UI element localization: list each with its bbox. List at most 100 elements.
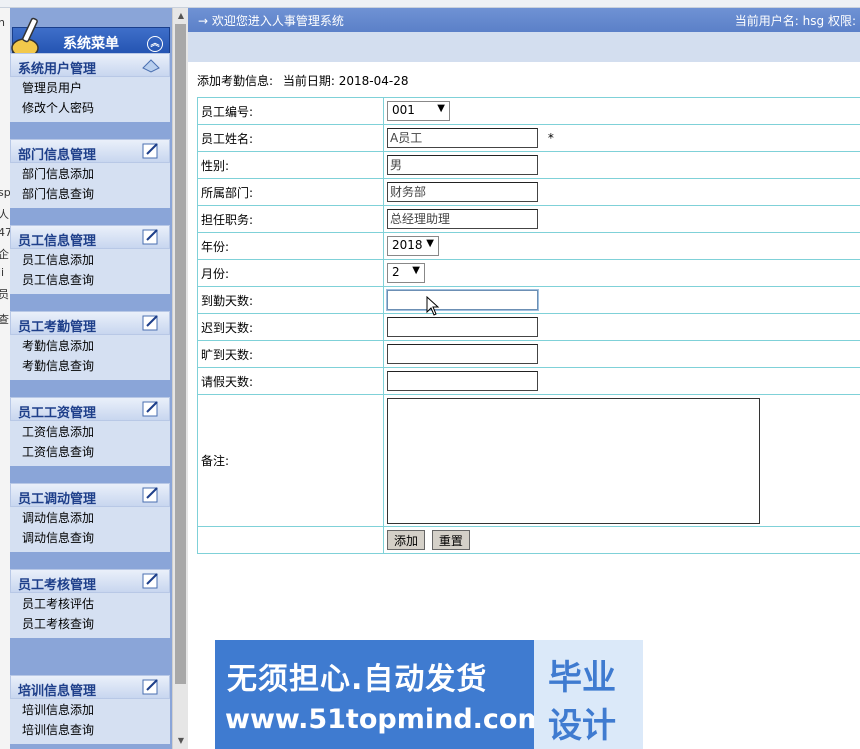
menu-item-employee-add[interactable]: 员工信息添加 [22,250,170,270]
field-cell [383,394,860,527]
label-emp-name: 员工姓名: [197,124,384,152]
dropdown-arrow-icon: ▼ [437,103,445,114]
field-cell: 001 ▼ [383,97,860,125]
menu-title-text: 系统菜单 [63,36,119,52]
scroll-thumb[interactable] [175,24,186,684]
group-header[interactable]: 员工考勤管理 [10,311,170,335]
emp-id-value: 001 [392,103,415,117]
background-window-edge: h sp 人 47 企 ji 员 查 [0,8,10,749]
menu-item-training-add[interactable]: 培训信息添加 [22,700,170,720]
attend-days-input[interactable] [387,290,538,310]
edit-form-icon [142,229,158,245]
group-header[interactable]: 员工工资管理 [10,397,170,421]
form-row: 旷到天数: [197,340,860,368]
menu-item-admin-users[interactable]: 管理员用户 [22,78,170,98]
banner-right-line1: 毕业 [548,658,616,698]
menu-item-change-password[interactable]: 修改个人密码 [22,98,170,118]
menu-group-dept: 部门信息管理 部门信息添加 部门信息查询 [10,139,170,208]
form-row: 员工姓名: A员工 * [197,124,860,152]
group-header[interactable]: 部门信息管理 [10,139,170,163]
field-cell [383,313,860,341]
group-header[interactable]: 培训信息管理 [10,675,170,699]
form-row: 到勤天数: [197,286,860,314]
form-row: 员工编号: 001 ▼ [197,97,860,125]
button-cell: 添加 重置 [383,526,860,554]
group-header[interactable]: 系统用户管理 [10,53,170,77]
menu-item-transfer-add[interactable]: 调动信息添加 [22,508,170,528]
dept-input[interactable]: 财务部 [387,182,538,202]
collapse-icon[interactable]: ︽ [147,36,163,52]
label-gender: 性别: [197,151,384,179]
month-select[interactable]: 2 ▼ [387,263,425,283]
form-info-line: 添加考勤信息: 当前日期: 2018-04-28 [197,72,408,89]
banner-right-line2: 设计 [548,706,616,746]
menu-item-transfer-query[interactable]: 调动信息查询 [22,528,170,548]
edge-text: 企 [0,248,9,261]
edge-text: 47 [0,226,10,239]
menu-group-system-users: 系统用户管理 管理员用户 修改个人密码 [10,53,170,122]
main-content: → 欢迎您进入人事管理系统 当前用户名: hsg 权限: 添加考勤信息: 当前日… [188,8,860,749]
emp-id-select[interactable]: 001 ▼ [387,101,450,121]
group-title: 部门信息管理 [18,148,97,163]
group-title: 员工调动管理 [18,492,97,507]
group-title: 员工信息管理 [18,234,97,249]
menu-item-salary-add[interactable]: 工资信息添加 [22,422,170,442]
scroll-up-arrow-icon[interactable]: ▲ [173,8,189,24]
attendance-form: 员工编号: 001 ▼ 员工姓名: A员工 * 性别: 男 所属部门: 财务部 担… [197,97,860,554]
position-input[interactable]: 总经理助理 [387,209,538,229]
group-title: 系统用户管理 [18,62,97,77]
menu-item-dept-query[interactable]: 部门信息查询 [22,184,170,204]
emp-name-input[interactable]: A员工 [387,128,538,148]
add-button[interactable]: 添加 [387,530,426,550]
group-header[interactable]: 员工调动管理 [10,483,170,507]
menu-item-dept-add[interactable]: 部门信息添加 [22,164,170,184]
remark-textarea[interactable] [387,397,760,524]
group-title: 员工工资管理 [18,406,97,421]
menu-item-assessment-eval[interactable]: 员工考核评估 [22,594,170,614]
menu-item-assessment-query[interactable]: 员工考核查询 [22,614,170,634]
menu-item-attendance-add[interactable]: 考勤信息添加 [22,336,170,356]
label-month: 月份: [197,259,384,287]
form-row: 年份: 2018 ▼ [197,232,860,260]
form-row: 请假天数: [197,367,860,395]
edit-form-icon [142,573,158,589]
label-late-days: 迟到天数: [197,313,384,341]
menu-group-salary: 员工工资管理 工资信息添加 工资信息查询 [10,397,170,466]
field-cell [383,286,860,314]
dropdown-arrow-icon: ▼ [426,238,434,249]
menu-group-assessment: 员工考核管理 员工考核评估 员工考核查询 [10,569,170,638]
current-date: 当前日期: 2018-04-28 [282,74,409,88]
year-select[interactable]: 2018 ▼ [387,236,439,256]
form-row: 性别: 男 [197,151,860,179]
year-value: 2018 [392,238,423,252]
required-mark: * [547,130,554,145]
menu-item-salary-query[interactable]: 工资信息查询 [22,442,170,462]
menu-item-employee-query[interactable]: 员工信息查询 [22,270,170,290]
label-absent-days: 旷到天数: [197,340,384,368]
edge-text: sp [0,186,10,199]
group-header[interactable]: 员工信息管理 [10,225,170,249]
sidebar: 系统菜单 ︽ 系统用户管理 管理员用户 修改个人密码 部门信息管理 部门信息添加… [10,8,172,749]
banner-url: www.51topmind.com [225,704,546,735]
sidebar-scrollbar[interactable]: ▲ ▼ [172,8,188,749]
menu-item-training-query[interactable]: 培训信息查询 [22,720,170,740]
late-days-input[interactable] [387,317,538,337]
edit-form-icon [142,487,158,503]
group-title: 员工考核管理 [18,578,97,593]
banner-right: 毕业 设计 [534,640,643,749]
menu-group-transfer: 员工调动管理 调动信息添加 调动信息查询 [10,483,170,552]
reset-button[interactable]: 重置 [431,530,470,550]
absent-days-input[interactable] [387,344,538,364]
group-title: 培训信息管理 [18,684,97,699]
sub-header-bar [188,32,860,62]
empty-cell [197,526,384,554]
menu-item-attendance-query[interactable]: 考勤信息查询 [22,356,170,376]
field-cell: A员工 * [383,124,860,152]
label-year: 年份: [197,232,384,260]
mouse-cursor-icon [426,296,440,316]
leave-days-input[interactable] [387,371,538,391]
scroll-down-arrow-icon[interactable]: ▼ [173,733,189,749]
gender-input[interactable]: 男 [387,155,538,175]
banner-slogan: 无须担心.自动发货 [227,662,488,697]
group-header[interactable]: 员工考核管理 [10,569,170,593]
